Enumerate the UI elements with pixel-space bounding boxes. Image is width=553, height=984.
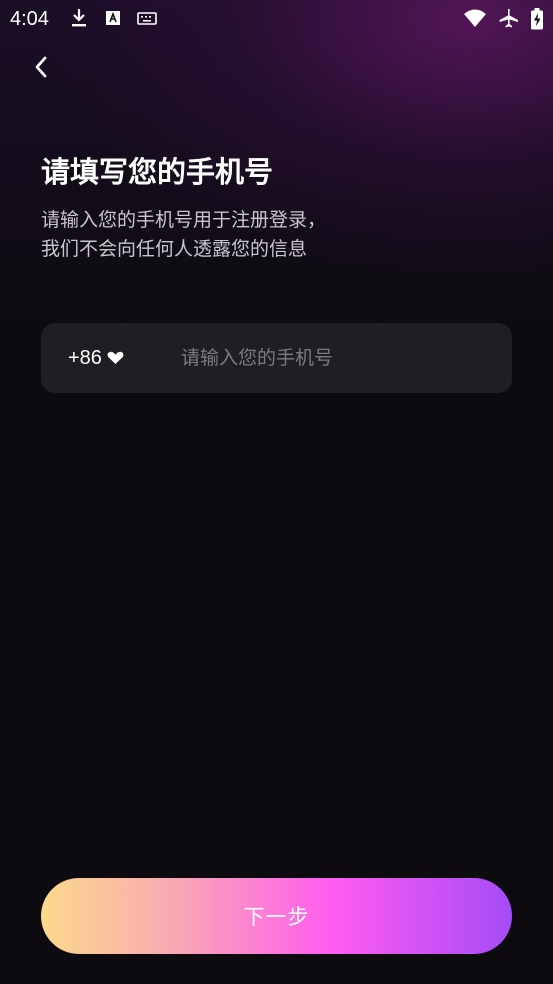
airplane-icon	[497, 8, 519, 28]
next-step-label: 下一步	[243, 905, 310, 929]
subtitle-line-1: 请输入您的手机号用于注册登录，	[41, 209, 327, 231]
keyboard-icon	[137, 8, 157, 28]
status-time: 4:04	[10, 8, 49, 30]
font-a-icon	[105, 8, 121, 28]
download-icon	[70, 8, 88, 28]
phone-login-screen: 4:04 请填写您的手机号 请输入您的手机号用于注册登录， 我们不会向任何人透露…	[0, 0, 553, 984]
country-code-selector[interactable]: +86	[68, 323, 124, 393]
chevron-left-icon	[33, 55, 49, 83]
page-subtitle: 请输入您的手机号用于注册登录， 我们不会向任何人透露您的信息	[41, 206, 326, 264]
next-step-button[interactable]: 下一步	[41, 878, 512, 954]
background-glow	[0, 0, 553, 984]
phone-input-row: +86	[41, 323, 512, 393]
status-bar: 4:04	[0, 0, 553, 38]
subtitle-line-2: 我们不会向任何人透露您的信息	[41, 238, 308, 260]
country-code-label: +86	[68, 346, 102, 369]
battery-charging-icon	[530, 8, 544, 30]
page-title: 请填写您的手机号	[41, 155, 274, 189]
wifi-icon	[463, 8, 487, 28]
phone-number-input[interactable]	[181, 337, 491, 379]
heart-icon	[107, 351, 124, 365]
back-button[interactable]	[22, 50, 60, 88]
